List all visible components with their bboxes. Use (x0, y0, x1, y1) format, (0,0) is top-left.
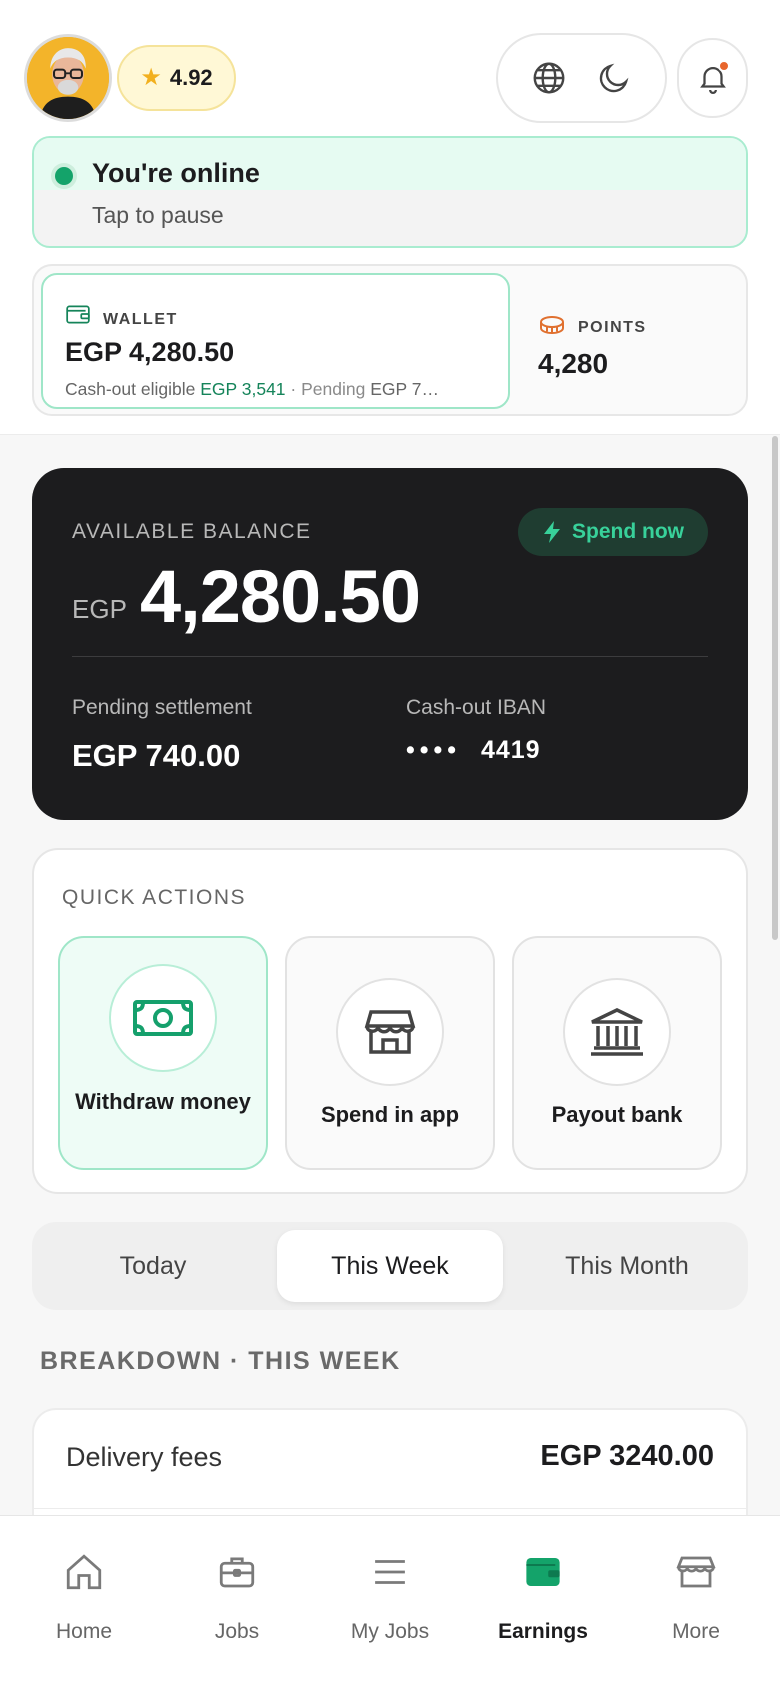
payout-bank-button[interactable]: Payout bank (512, 936, 722, 1170)
rating-badge[interactable]: ★ 4.92 (117, 45, 236, 111)
cash-icon (133, 1000, 193, 1036)
star-icon: ★ (140, 64, 162, 91)
tab-today[interactable]: Today (40, 1230, 266, 1302)
balance-label: AVAILABLE BALANCE (72, 520, 312, 543)
nav-more-label: More (672, 1620, 720, 1643)
balance-currency: EGP (72, 594, 127, 624)
coin-icon (540, 316, 564, 335)
withdraw-money-label: Withdraw money (75, 1089, 251, 1114)
lightning-icon (544, 521, 560, 543)
wallet-card[interactable]: WALLET EGP 4,280.50 Cash-out eligible EG… (41, 273, 510, 409)
iban-label: Cash-out IBAN (406, 696, 547, 719)
cashout-label: Cash-out eligible (65, 379, 196, 399)
nav-earnings-label: Earnings (498, 1620, 588, 1643)
pending-value: EGP 7… (370, 379, 439, 399)
breakdown-row-label: Delivery fees (66, 1442, 223, 1472)
store-icon-circle (336, 978, 444, 1086)
pending-label: Pending (301, 379, 366, 399)
row-divider (34, 1508, 746, 1509)
meta-separator: · (290, 379, 297, 399)
spend-now-label: Spend now (572, 520, 684, 543)
list-icon (375, 1560, 405, 1584)
wallet-label: WALLET (103, 311, 178, 328)
balance-card: AVAILABLE BALANCE Spend now EGP 4,280.50… (32, 468, 748, 820)
rating-value: 4.92 (169, 65, 213, 90)
iban-value: •••• 4419 (406, 736, 541, 765)
briefcase-icon (219, 1557, 255, 1588)
notifications-button[interactable] (677, 38, 748, 118)
points-value[interactable]: 4,280 (538, 348, 608, 380)
scrollbar[interactable] (772, 436, 778, 940)
tab-this-week[interactable]: This Week (277, 1230, 503, 1302)
nav-jobs[interactable]: Jobs (167, 1546, 307, 1644)
pending-settlement-label: Pending settlement (72, 696, 252, 719)
wallet-amount: EGP 4,280.50 (65, 337, 235, 367)
online-indicator (55, 167, 73, 185)
tab-this-month[interactable]: This Month (514, 1230, 740, 1302)
withdraw-money-button[interactable]: Withdraw money (58, 936, 268, 1170)
nav-home-label: Home (55, 1620, 113, 1643)
avatar-portrait-icon (27, 37, 109, 119)
notification-badge (718, 60, 730, 72)
iban-last4: 4419 (480, 736, 541, 764)
earnings-screen: ★ 4.92 You're online Tap to pause WALLET… (0, 0, 780, 1688)
moon-icon[interactable] (592, 56, 636, 100)
pending-settlement-value: EGP 740.00 (72, 738, 241, 773)
balance-amount: 4,280.50 (140, 555, 421, 638)
online-status-card[interactable]: You're online Tap to pause (32, 136, 748, 248)
divider (72, 656, 708, 657)
bank-icon-circle (563, 978, 671, 1086)
nav-home[interactable]: Home (14, 1546, 154, 1644)
bottom-navigation: Home Jobs My Jobs Earnings More (0, 1515, 780, 1688)
period-selector: Today This Week This Month (32, 1222, 748, 1310)
iban-mask: •••• (406, 736, 462, 764)
points-label: POINTS (578, 319, 647, 336)
cashout-value: EGP 3,541 (200, 379, 286, 399)
nav-my-jobs[interactable]: My Jobs (320, 1546, 460, 1644)
spend-in-app-button[interactable]: Spend in app (285, 936, 495, 1170)
quick-actions-card: QUICK ACTIONS Withdraw money Spend in ap… (32, 848, 748, 1194)
cash-icon-circle (109, 964, 217, 1072)
breakdown-title: BREAKDOWN · THIS WEEK (40, 1347, 401, 1375)
wallet-summary: WALLET EGP 4,280.50 Cash-out eligible EG… (32, 264, 748, 416)
online-status-title: You're online (92, 158, 260, 188)
store-icon (364, 1010, 416, 1054)
nav-earnings[interactable]: Earnings (473, 1546, 613, 1644)
globe-icon[interactable] (527, 56, 571, 100)
header-area: ★ 4.92 You're online Tap to pause WALLET… (0, 0, 780, 435)
wallet-icon (526, 1558, 560, 1586)
store-icon (676, 1556, 716, 1588)
avatar[interactable] (24, 34, 112, 122)
wallet-icon (66, 305, 90, 324)
nav-more[interactable]: More (626, 1546, 766, 1644)
breakdown-row-value: EGP 3240.00 (540, 1440, 714, 1472)
nav-my-jobs-label: My Jobs (350, 1620, 430, 1643)
spend-now-button[interactable]: Spend now (518, 508, 708, 556)
settings-toggle-group (496, 33, 667, 123)
payout-bank-label: Payout bank (551, 1102, 683, 1127)
nav-jobs-label: Jobs (214, 1620, 260, 1643)
home-icon (66, 1554, 102, 1590)
pause-hint: Tap to pause (92, 202, 224, 228)
quick-actions-title: QUICK ACTIONS (62, 886, 247, 909)
wallet-meta: Cash-out eligible EGP 3,541 · Pending EG… (65, 379, 495, 400)
bank-icon (591, 1008, 643, 1056)
spend-in-app-label: Spend in app (320, 1102, 460, 1127)
